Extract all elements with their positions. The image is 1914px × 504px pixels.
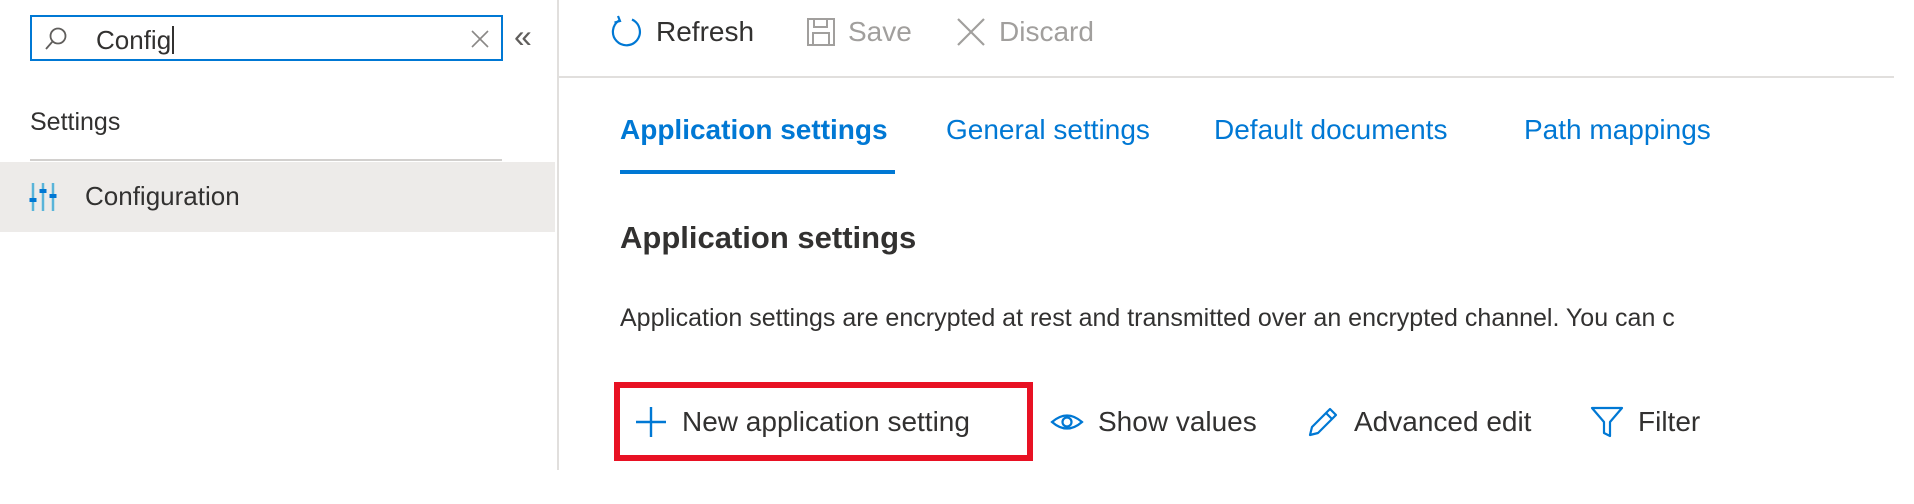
filter-button[interactable]: Filter (1590, 392, 1700, 452)
description-text: Application settings are encrypted at re… (620, 304, 1675, 332)
sidebar-item-configuration[interactable]: Configuration (0, 162, 555, 232)
divider (30, 159, 502, 161)
sliders-icon (29, 182, 57, 217)
new-application-setting-label: New application setting (682, 406, 970, 437)
tab-default-documents[interactable]: Default documents (1214, 114, 1447, 146)
refresh-icon (611, 15, 641, 47)
save-label: Save (848, 16, 912, 47)
sidebar-item-label: Configuration (85, 181, 240, 211)
eye-icon (1050, 414, 1084, 430)
search-input[interactable]: Config (30, 15, 503, 61)
filter-icon (1590, 406, 1624, 438)
collapse-double-chevron-icon[interactable]: « (514, 18, 532, 54)
save-icon (807, 18, 835, 46)
refresh-button[interactable]: Refresh (610, 12, 754, 52)
clear-icon[interactable] (469, 28, 491, 55)
page-title: Application settings (620, 220, 917, 255)
discard-label: Discard (999, 16, 1094, 47)
advanced-edit-label: Advanced edit (1354, 406, 1532, 437)
search-value: Config (96, 25, 175, 56)
tab-general-settings[interactable]: General settings (946, 114, 1150, 146)
discard-button[interactable]: Discard (955, 12, 1094, 52)
advanced-edit-button[interactable]: Advanced edit (1306, 392, 1531, 452)
pane-divider (557, 0, 559, 470)
search-icon (44, 26, 68, 57)
pencil-icon (1308, 407, 1338, 437)
show-values-button[interactable]: Show values (1050, 392, 1257, 452)
left-pane: Config « Settings Configuration (0, 0, 558, 470)
tab-application-settings[interactable]: Application settings (620, 114, 888, 146)
save-button[interactable]: Save (806, 12, 912, 52)
plus-icon (636, 407, 666, 437)
tab-path-mappings[interactable]: Path mappings (1524, 114, 1711, 146)
toolbar-divider (559, 76, 1894, 78)
show-values-label: Show values (1098, 406, 1257, 437)
refresh-label: Refresh (656, 16, 755, 47)
active-tab-indicator (620, 170, 895, 174)
new-application-setting-button[interactable]: New application setting (634, 392, 970, 452)
close-icon (957, 18, 985, 46)
section-heading-settings: Settings (30, 108, 121, 136)
filter-label: Filter (1638, 406, 1701, 437)
